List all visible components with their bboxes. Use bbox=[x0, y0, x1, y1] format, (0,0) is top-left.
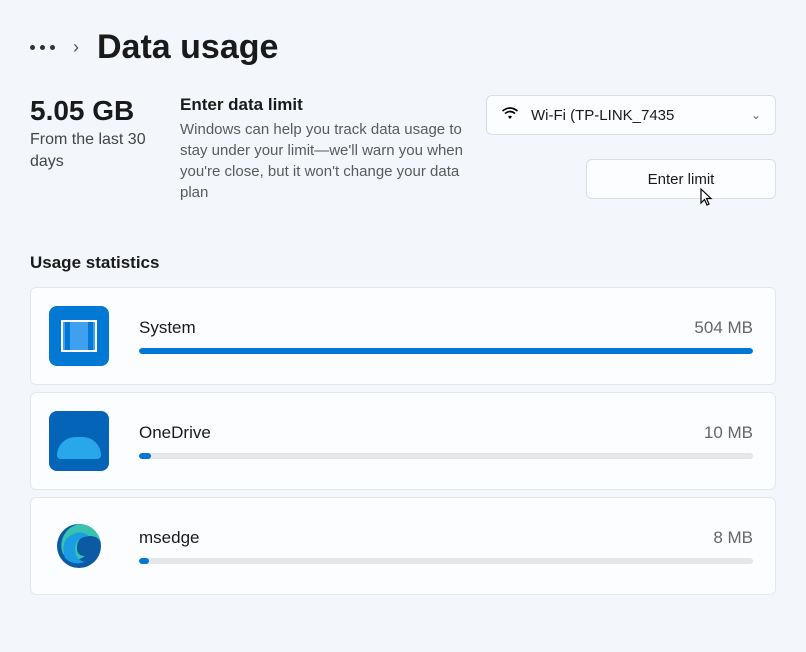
app-size: 10 MB bbox=[704, 423, 753, 443]
summary-row: 5.05 GB From the last 30 days Enter data… bbox=[30, 95, 776, 203]
wifi-icon bbox=[501, 106, 519, 125]
usage-fill bbox=[139, 348, 753, 354]
limit-description: Windows can help you track data usage to… bbox=[180, 119, 470, 203]
app-name: OneDrive bbox=[139, 423, 211, 443]
data-limit-section: Enter data limit Windows can help you tr… bbox=[180, 95, 476, 203]
system-icon bbox=[49, 306, 109, 366]
right-column: Wi-Fi (TP-LINK_7435 ⌄ Enter limit bbox=[486, 95, 776, 203]
more-icon[interactable] bbox=[30, 45, 55, 50]
usage-fill bbox=[139, 453, 151, 459]
page-title: Data usage bbox=[97, 28, 278, 67]
onedrive-icon bbox=[49, 411, 109, 471]
network-name: Wi-Fi (TP-LINK_7435 bbox=[531, 107, 739, 124]
network-dropdown[interactable]: Wi-Fi (TP-LINK_7435 ⌄ bbox=[486, 95, 776, 135]
msedge-icon bbox=[49, 516, 109, 576]
usage-stats-heading: Usage statistics bbox=[30, 253, 776, 273]
usage-bar bbox=[139, 453, 753, 459]
usage-row-onedrive[interactable]: OneDrive 10 MB bbox=[30, 392, 776, 490]
app-size: 504 MB bbox=[694, 318, 753, 338]
breadcrumb-header: › Data usage bbox=[30, 28, 776, 67]
usage-row-msedge[interactable]: msedge 8 MB bbox=[30, 497, 776, 595]
usage-fill bbox=[139, 558, 149, 564]
app-name: System bbox=[139, 318, 196, 338]
total-value: 5.05 GB bbox=[30, 95, 170, 127]
usage-bar bbox=[139, 348, 753, 354]
total-period: From the last 30 days bbox=[30, 129, 170, 174]
total-usage: 5.05 GB From the last 30 days bbox=[30, 95, 170, 203]
chevron-right-icon: › bbox=[73, 37, 79, 58]
usage-bar bbox=[139, 558, 753, 564]
cursor-icon bbox=[699, 187, 715, 212]
usage-row-system[interactable]: System 504 MB bbox=[30, 287, 776, 385]
app-name: msedge bbox=[139, 528, 199, 548]
limit-heading: Enter data limit bbox=[180, 95, 476, 115]
enter-limit-label: Enter limit bbox=[648, 171, 715, 188]
app-size: 8 MB bbox=[713, 528, 753, 548]
chevron-down-icon: ⌄ bbox=[751, 108, 761, 122]
enter-limit-button[interactable]: Enter limit bbox=[586, 159, 776, 199]
